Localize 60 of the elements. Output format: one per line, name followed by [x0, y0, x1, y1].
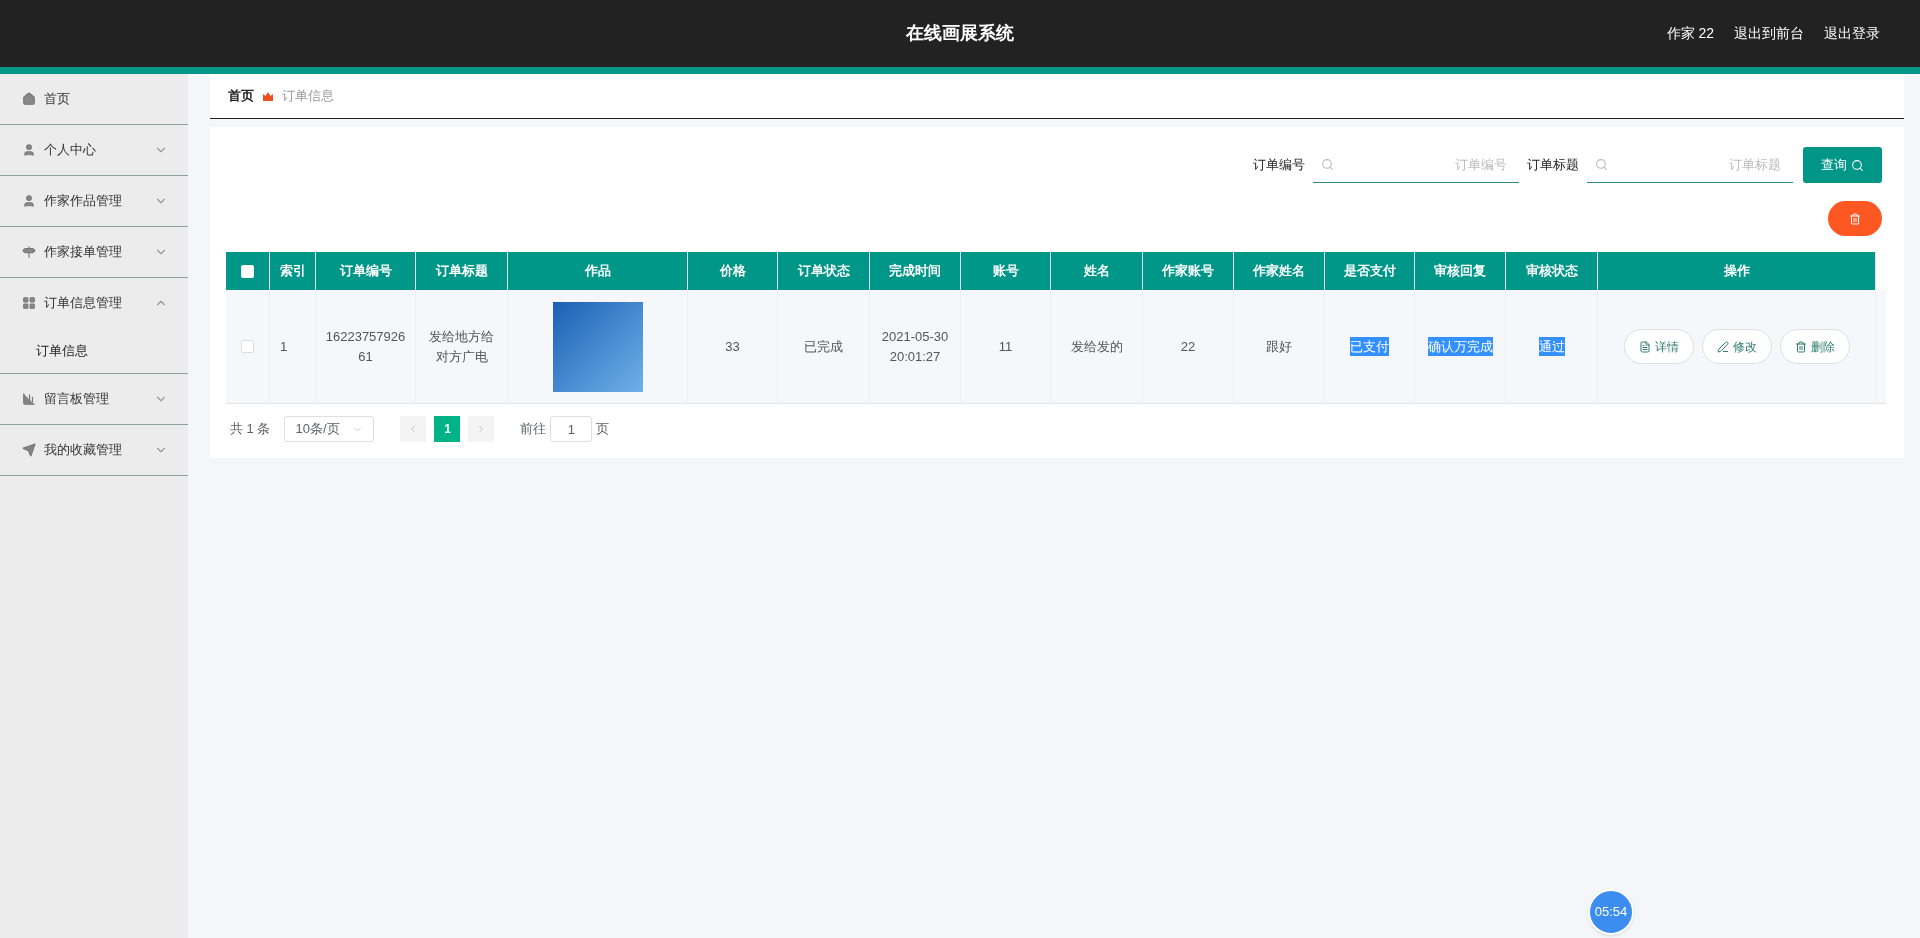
- table-cell: 已支付: [1350, 336, 1389, 357]
- sidebar-item[interactable]: 我的收藏管理: [0, 425, 188, 475]
- action-button[interactable]: 删除: [1779, 329, 1850, 364]
- sidebar-item[interactable]: 作家作品管理: [0, 176, 188, 226]
- paper-plane-icon: [22, 443, 36, 457]
- table-cell-text: 跟好: [1266, 337, 1292, 356]
- table-cell-text: 16223757926 61: [324, 328, 407, 366]
- trash-icon: [1794, 340, 1807, 353]
- sidebar-item[interactable]: 作家接单管理: [0, 227, 188, 277]
- page-suffix: 页: [596, 420, 610, 439]
- action-button[interactable]: 详情: [1623, 329, 1694, 364]
- submenu-item[interactable]: 订单信息: [0, 328, 188, 373]
- next-page-button[interactable]: [468, 416, 495, 442]
- sidebar-item[interactable]: 个人中心: [0, 125, 188, 175]
- select-all-checkbox[interactable]: [241, 264, 254, 278]
- breadcrumb-current: 订单信息: [282, 87, 334, 106]
- page-size-select[interactable]: 10条/页: [284, 416, 375, 442]
- bar-chart-icon: [22, 392, 36, 406]
- sidebar-item[interactable]: 留言板管理: [0, 374, 188, 424]
- table-cell-text: 发给地方给对方广电: [428, 328, 495, 366]
- header-link[interactable]: 作家 22: [1666, 23, 1714, 44]
- breadcrumb-home[interactable]: 首页: [228, 86, 254, 106]
- sidebar-item[interactable]: 订单信息管理: [0, 278, 188, 328]
- table-cell-text: 1: [280, 337, 288, 356]
- table-cell-text: 已完成: [804, 337, 843, 356]
- action-button[interactable]: 修改: [1701, 329, 1772, 364]
- table-cell-text: 22: [1180, 337, 1196, 356]
- table-cell-text: 33: [725, 337, 740, 356]
- sidebar-item[interactable]: 首页: [0, 74, 188, 124]
- user-icon: [22, 143, 36, 157]
- crown-icon: [262, 90, 274, 102]
- total-count: 共 1 条: [230, 420, 271, 439]
- search-icon: [1321, 158, 1334, 171]
- table-cell-text: 11: [998, 337, 1013, 356]
- search-field[interactable]: 订单编号: [1313, 147, 1519, 183]
- prev-page-button[interactable]: [400, 416, 427, 442]
- house-icon: [22, 92, 36, 106]
- search-icon: [1595, 158, 1608, 171]
- table-cell: 确认万完成: [1427, 336, 1493, 357]
- grid-icon: [22, 296, 36, 310]
- table-cell: 通过: [1538, 336, 1565, 357]
- document-icon: [1638, 340, 1651, 353]
- goto-label: 前往: [520, 420, 547, 439]
- header-link[interactable]: 退出登录: [1824, 23, 1880, 44]
- user-icon: [22, 194, 36, 208]
- signpost-icon: [22, 245, 36, 259]
- row-checkbox[interactable]: [241, 340, 254, 353]
- pen-icon: [1716, 340, 1729, 353]
- trash-icon: [1849, 212, 1861, 225]
- field-label: 订单标题: [1527, 156, 1579, 175]
- field-label: 订单编号: [1253, 156, 1305, 175]
- search-icon: [1851, 158, 1864, 172]
- search-field[interactable]: 订单标题: [1587, 147, 1793, 183]
- table-cell-text: 发给发的: [1070, 337, 1123, 356]
- header-link[interactable]: 退出到前台: [1734, 23, 1804, 44]
- search-button[interactable]: 查询: [1803, 147, 1882, 183]
- delete-button[interactable]: [1828, 201, 1882, 236]
- table-cell-text: 2021-05-30 20:01:27: [880, 328, 950, 366]
- app-title: 在线画展系统: [906, 22, 1014, 45]
- page-input[interactable]: 1: [550, 416, 593, 442]
